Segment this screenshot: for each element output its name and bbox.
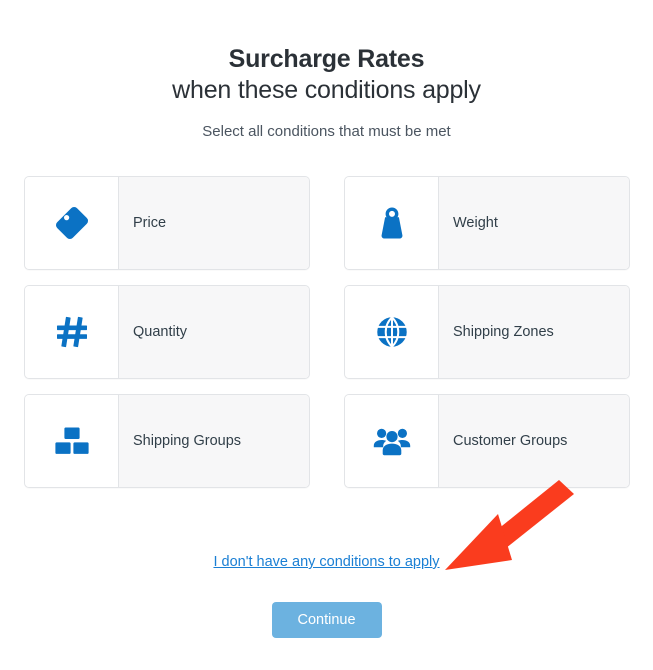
condition-options-grid: Price Weight Quantity Shipping Zones Shi… [24,176,630,488]
option-card-price[interactable]: Price [24,176,310,270]
option-label-shipping-groups: Shipping Groups [119,395,309,487]
surcharge-rates-page: Surcharge Rates when these conditions ap… [0,0,653,670]
weight-icon [345,177,439,269]
skip-link-container: I don't have any conditions to apply [0,553,653,571]
page-header: Surcharge Rates when these conditions ap… [0,0,653,142]
option-card-shipping-zones[interactable]: Shipping Zones [344,285,630,379]
option-label-quantity: Quantity [119,286,309,378]
option-card-shipping-groups[interactable]: Shipping Groups [24,394,310,488]
page-subtitle-headline: when these conditions apply [172,76,481,104]
tag-icon [25,177,119,269]
option-label-weight: Weight [439,177,629,269]
option-card-customer-groups[interactable]: Customer Groups [344,394,630,488]
page-instruction-text: Select all conditions that must be met [202,123,451,140]
option-label-shipping-zones: Shipping Zones [439,286,629,378]
page-title: Surcharge Rates [228,45,425,73]
continue-button[interactable]: Continue [271,602,382,638]
option-card-quantity[interactable]: Quantity [24,285,310,379]
continue-button-container: Continue [0,602,653,638]
boxes-icon [25,395,119,487]
option-card-weight[interactable]: Weight [344,176,630,270]
globe-icon [345,286,439,378]
people-group-icon [345,395,439,487]
option-label-customer-groups: Customer Groups [439,395,629,487]
no-conditions-link[interactable]: I don't have any conditions to apply [213,554,439,570]
hash-icon [25,286,119,378]
option-label-price: Price [119,177,309,269]
